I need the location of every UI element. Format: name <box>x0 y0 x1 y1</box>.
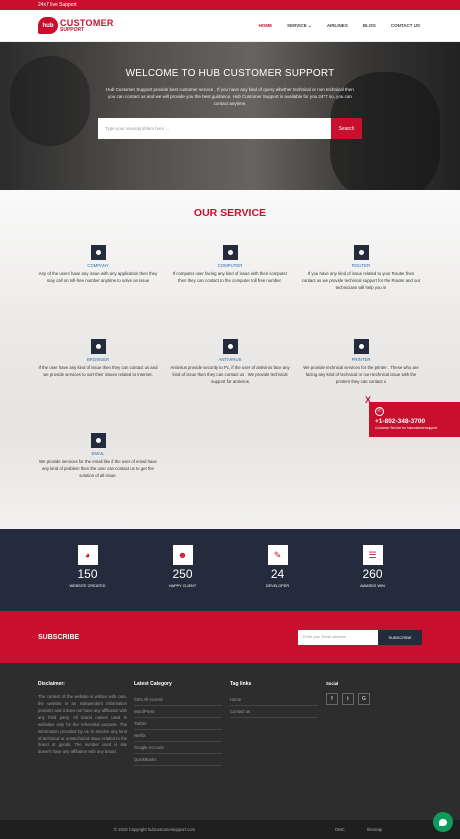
hero-title: WELCOME TO HUB CUSTOMER SUPPORT <box>125 68 335 79</box>
service-browser[interactable]: BROWSER If the user have any kind of iss… <box>38 339 158 379</box>
stat-awards: ☰ 260 AWARDS WIN <box>343 545 403 588</box>
service-antivirus[interactable]: ANTIVIRUS Antivirus provide security to … <box>170 339 290 386</box>
service-icon <box>353 339 369 354</box>
chevron-down-icon: ⌄ <box>308 22 312 28</box>
search-button[interactable]: Search <box>331 118 362 140</box>
footer-link[interactable]: Home <box>230 694 318 706</box>
sitemap-link[interactable]: Sitemap <box>367 827 382 832</box>
facebook-icon[interactable]: f <box>326 693 338 705</box>
subscribe-form: Enter your Email address SUBSCRIBE <box>298 629 422 645</box>
stats-section: ◕ 150 WEBSITE CREATED ☻ 250 HAPPY CLIENT… <box>0 529 460 611</box>
footer-link[interactable]: Netflix <box>134 730 222 742</box>
footer-link[interactable]: Google Account <box>134 742 222 754</box>
footer-social: Social f t G <box>326 681 422 820</box>
service-icon <box>222 245 238 260</box>
support-text: 24x7 live Support <box>38 2 77 8</box>
chat-button[interactable] <box>433 812 453 832</box>
header: hub CUSTOMER SUPPORT HOME SERVICE ⌄ AIRL… <box>0 10 460 42</box>
stat-clients: ☻ 250 HAPPY CLIENT <box>153 545 213 588</box>
footer-link[interactable]: Contact us <box>230 706 318 718</box>
nav-contact[interactable]: CONTACT US <box>391 23 420 29</box>
nav-airlines[interactable]: AIRLINES <box>327 23 348 29</box>
service-icon <box>353 245 369 260</box>
pencil-icon: ✎ <box>267 545 288 565</box>
users-icon: ☻ <box>172 545 193 565</box>
subscribe-section: SUBSCRIBE Enter your Email address SUBSC… <box>0 611 460 663</box>
footer-categories: Latest Category CBS All Access WordPress… <box>134 681 230 820</box>
subscribe-button[interactable]: SUBSCRIBE <box>378 629 422 645</box>
copyright: © 2019 Copyright hubcustomersupport.com <box>114 827 196 832</box>
nav-service[interactable]: SERVICE ⌄ <box>287 23 312 29</box>
footer-link[interactable]: WordPress <box>134 706 222 718</box>
stat-websites: ◕ 150 WEBSITE CREATED <box>58 545 118 588</box>
service-icon <box>90 339 106 354</box>
email-field[interactable]: Enter your Email address <box>298 629 378 645</box>
footer-link[interactable]: CBS All Access <box>134 694 222 706</box>
services-section: OUR SERVICE COMPANY Any of the users hav… <box>0 190 460 529</box>
footer-disclaimer: Disclaimer: The content of the website i… <box>38 681 127 755</box>
list-icon: ☰ <box>362 545 383 565</box>
footer-link[interactable]: Twitter <box>134 718 222 730</box>
nav-blog[interactable]: BLOG <box>363 23 376 29</box>
footer-link[interactable]: QuickBooks <box>134 754 222 766</box>
services-title: OUR SERVICE <box>193 207 267 219</box>
phone-icon: ✆ <box>375 407 384 416</box>
service-router[interactable]: ROUTER If you have any kind of issue rel… <box>301 245 421 292</box>
bottom-bar: © 2019 Copyright hubcustomersupport.com … <box>0 820 460 839</box>
hero-description: Hub Customer Support provide best custom… <box>106 87 354 106</box>
google-icon[interactable]: G <box>358 693 370 705</box>
service-company[interactable]: COMPANY Any of the users have any issue … <box>38 245 158 285</box>
hero-search: Type your issue/problem here .... Search <box>98 118 362 140</box>
service-icon <box>222 339 238 354</box>
chat-icon <box>439 818 447 826</box>
twitter-icon[interactable]: t <box>342 693 354 705</box>
call-subtitle: Customer Service for hubcustomersupport <box>375 426 437 430</box>
top-bar: 24x7 live Support <box>0 0 460 10</box>
phone-number[interactable]: +1-802-348-3700 <box>375 418 454 425</box>
service-email[interactable]: EMAIL We provide services for the email … <box>38 433 158 480</box>
dmc-link[interactable]: DMC <box>335 827 345 832</box>
main-nav: HOME SERVICE ⌄ AIRLINES BLOG CONTACT US <box>259 23 420 29</box>
footer: Disclaimer: The content of the website i… <box>0 663 460 820</box>
logo-line2: SUPPORT <box>60 26 85 33</box>
logo-badge: hub <box>38 17 58 34</box>
service-printer[interactable]: PRINTER We provide technical services fo… <box>301 339 421 386</box>
hero-banner: WELCOME TO HUB CUSTOMER SUPPORT Hub Cust… <box>0 42 460 190</box>
search-input[interactable]: Type your issue/problem here .... <box>98 118 331 140</box>
logo[interactable]: hub CUSTOMER SUPPORT <box>38 17 114 34</box>
stat-developers: ✎ 24 DEVELOPER <box>248 545 308 588</box>
close-icon[interactable]: X <box>365 395 371 405</box>
service-icon <box>90 433 106 448</box>
subscribe-title: SUBSCRIBE <box>38 633 80 641</box>
nav-home[interactable]: HOME <box>259 23 273 29</box>
service-computer[interactable]: COMPUTER If computer user facing any kin… <box>170 245 290 285</box>
call-widget[interactable]: X ✆ +1-802-348-3700 Customer Service for… <box>365 395 460 437</box>
footer-tags: Tag links Home Contact us <box>230 681 326 820</box>
service-icon <box>90 245 106 260</box>
globe-icon: ◕ <box>77 545 98 565</box>
